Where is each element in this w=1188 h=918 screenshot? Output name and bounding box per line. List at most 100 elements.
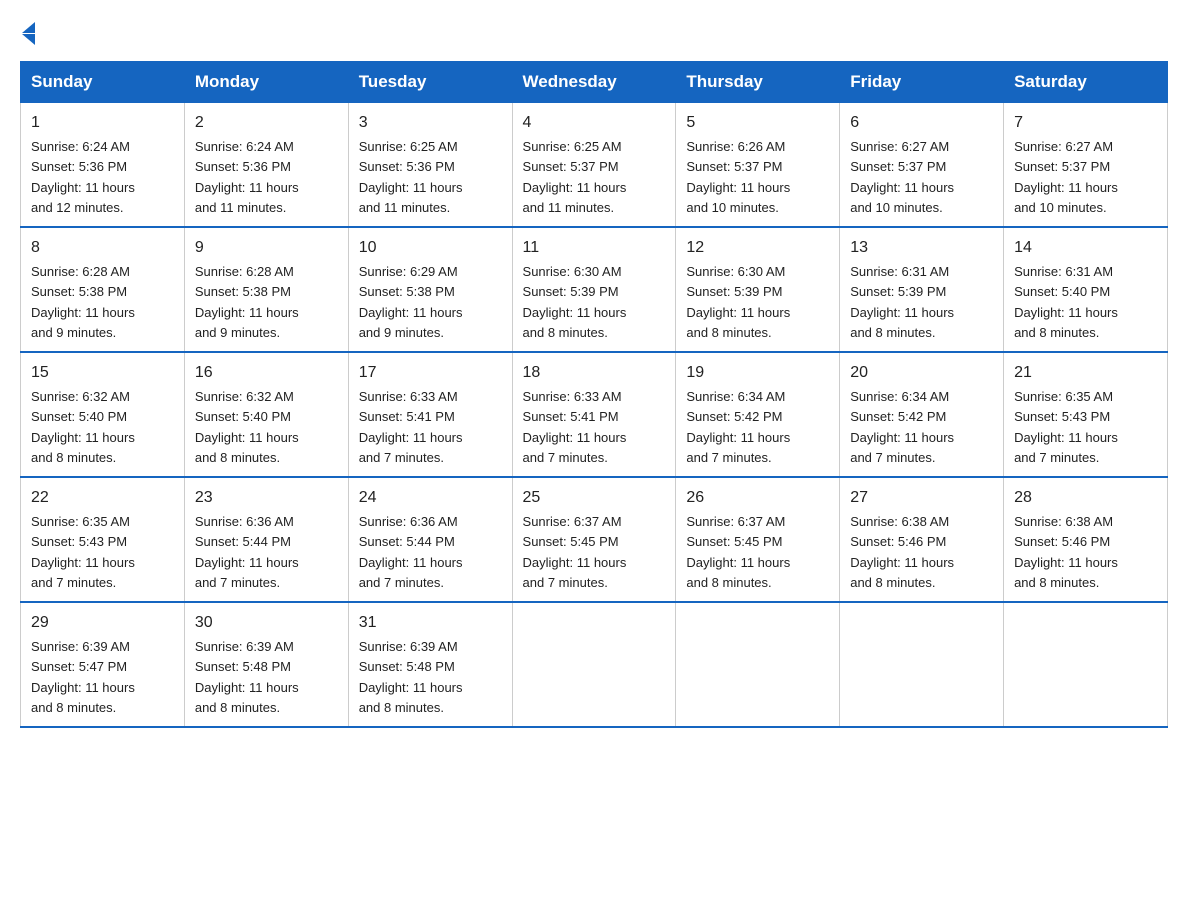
day-info: Sunrise: 6:35 AMSunset: 5:43 PMDaylight:… — [31, 514, 135, 590]
day-number: 20 — [850, 361, 993, 385]
day-number: 31 — [359, 611, 502, 635]
day-number: 24 — [359, 486, 502, 510]
logo-triangle-bottom — [22, 34, 35, 45]
calendar-cell: 14 Sunrise: 6:31 AMSunset: 5:40 PMDaylig… — [1004, 227, 1168, 352]
day-info: Sunrise: 6:30 AMSunset: 5:39 PMDaylight:… — [686, 264, 790, 340]
day-number: 13 — [850, 236, 993, 260]
day-info: Sunrise: 6:34 AMSunset: 5:42 PMDaylight:… — [686, 389, 790, 465]
calendar-cell: 25 Sunrise: 6:37 AMSunset: 5:45 PMDaylig… — [512, 477, 676, 602]
day-info: Sunrise: 6:32 AMSunset: 5:40 PMDaylight:… — [195, 389, 299, 465]
day-number: 4 — [523, 111, 666, 135]
calendar-cell: 11 Sunrise: 6:30 AMSunset: 5:39 PMDaylig… — [512, 227, 676, 352]
calendar-cell: 3 Sunrise: 6:25 AMSunset: 5:36 PMDayligh… — [348, 103, 512, 228]
day-info: Sunrise: 6:39 AMSunset: 5:48 PMDaylight:… — [195, 639, 299, 715]
calendar-week-1: 1 Sunrise: 6:24 AMSunset: 5:36 PMDayligh… — [21, 103, 1168, 228]
calendar-cell — [840, 602, 1004, 727]
calendar-cell: 8 Sunrise: 6:28 AMSunset: 5:38 PMDayligh… — [21, 227, 185, 352]
calendar-cell: 2 Sunrise: 6:24 AMSunset: 5:36 PMDayligh… — [184, 103, 348, 228]
calendar-header-row: SundayMondayTuesdayWednesdayThursdayFrid… — [21, 62, 1168, 103]
day-info: Sunrise: 6:38 AMSunset: 5:46 PMDaylight:… — [1014, 514, 1118, 590]
calendar-cell: 16 Sunrise: 6:32 AMSunset: 5:40 PMDaylig… — [184, 352, 348, 477]
day-info: Sunrise: 6:31 AMSunset: 5:40 PMDaylight:… — [1014, 264, 1118, 340]
calendar-cell — [512, 602, 676, 727]
day-number: 23 — [195, 486, 338, 510]
day-number: 21 — [1014, 361, 1157, 385]
day-info: Sunrise: 6:37 AMSunset: 5:45 PMDaylight:… — [686, 514, 790, 590]
day-number: 27 — [850, 486, 993, 510]
day-number: 9 — [195, 236, 338, 260]
calendar-cell: 4 Sunrise: 6:25 AMSunset: 5:37 PMDayligh… — [512, 103, 676, 228]
calendar-week-2: 8 Sunrise: 6:28 AMSunset: 5:38 PMDayligh… — [21, 227, 1168, 352]
day-number: 7 — [1014, 111, 1157, 135]
day-info: Sunrise: 6:36 AMSunset: 5:44 PMDaylight:… — [195, 514, 299, 590]
day-number: 16 — [195, 361, 338, 385]
calendar-cell: 22 Sunrise: 6:35 AMSunset: 5:43 PMDaylig… — [21, 477, 185, 602]
calendar-cell: 13 Sunrise: 6:31 AMSunset: 5:39 PMDaylig… — [840, 227, 1004, 352]
day-info: Sunrise: 6:25 AMSunset: 5:36 PMDaylight:… — [359, 139, 463, 215]
page-header — [20, 20, 1168, 45]
day-info: Sunrise: 6:24 AMSunset: 5:36 PMDaylight:… — [31, 139, 135, 215]
calendar-cell: 21 Sunrise: 6:35 AMSunset: 5:43 PMDaylig… — [1004, 352, 1168, 477]
day-number: 29 — [31, 611, 174, 635]
calendar-cell: 24 Sunrise: 6:36 AMSunset: 5:44 PMDaylig… — [348, 477, 512, 602]
day-info: Sunrise: 6:39 AMSunset: 5:47 PMDaylight:… — [31, 639, 135, 715]
day-number: 22 — [31, 486, 174, 510]
day-info: Sunrise: 6:32 AMSunset: 5:40 PMDaylight:… — [31, 389, 135, 465]
calendar-header-sunday: Sunday — [21, 62, 185, 103]
calendar-cell — [1004, 602, 1168, 727]
day-number: 14 — [1014, 236, 1157, 260]
day-number: 5 — [686, 111, 829, 135]
calendar-header-saturday: Saturday — [1004, 62, 1168, 103]
calendar-cell — [676, 602, 840, 727]
calendar-cell: 31 Sunrise: 6:39 AMSunset: 5:48 PMDaylig… — [348, 602, 512, 727]
day-info: Sunrise: 6:33 AMSunset: 5:41 PMDaylight:… — [523, 389, 627, 465]
day-info: Sunrise: 6:29 AMSunset: 5:38 PMDaylight:… — [359, 264, 463, 340]
day-number: 19 — [686, 361, 829, 385]
calendar-cell: 27 Sunrise: 6:38 AMSunset: 5:46 PMDaylig… — [840, 477, 1004, 602]
day-number: 26 — [686, 486, 829, 510]
day-info: Sunrise: 6:30 AMSunset: 5:39 PMDaylight:… — [523, 264, 627, 340]
day-number: 1 — [31, 111, 174, 135]
day-info: Sunrise: 6:27 AMSunset: 5:37 PMDaylight:… — [850, 139, 954, 215]
day-info: Sunrise: 6:37 AMSunset: 5:45 PMDaylight:… — [523, 514, 627, 590]
day-number: 10 — [359, 236, 502, 260]
day-number: 12 — [686, 236, 829, 260]
calendar-cell: 6 Sunrise: 6:27 AMSunset: 5:37 PMDayligh… — [840, 103, 1004, 228]
day-info: Sunrise: 6:28 AMSunset: 5:38 PMDaylight:… — [31, 264, 135, 340]
logo — [20, 20, 35, 45]
day-info: Sunrise: 6:27 AMSunset: 5:37 PMDaylight:… — [1014, 139, 1118, 215]
calendar-header-friday: Friday — [840, 62, 1004, 103]
day-number: 18 — [523, 361, 666, 385]
day-number: 25 — [523, 486, 666, 510]
day-info: Sunrise: 6:26 AMSunset: 5:37 PMDaylight:… — [686, 139, 790, 215]
calendar-cell: 26 Sunrise: 6:37 AMSunset: 5:45 PMDaylig… — [676, 477, 840, 602]
calendar-cell: 9 Sunrise: 6:28 AMSunset: 5:38 PMDayligh… — [184, 227, 348, 352]
calendar-cell: 12 Sunrise: 6:30 AMSunset: 5:39 PMDaylig… — [676, 227, 840, 352]
calendar-cell: 23 Sunrise: 6:36 AMSunset: 5:44 PMDaylig… — [184, 477, 348, 602]
day-info: Sunrise: 6:39 AMSunset: 5:48 PMDaylight:… — [359, 639, 463, 715]
day-info: Sunrise: 6:25 AMSunset: 5:37 PMDaylight:… — [523, 139, 627, 215]
calendar-header-thursday: Thursday — [676, 62, 840, 103]
day-number: 6 — [850, 111, 993, 135]
calendar-header-tuesday: Tuesday — [348, 62, 512, 103]
day-number: 17 — [359, 361, 502, 385]
day-info: Sunrise: 6:35 AMSunset: 5:43 PMDaylight:… — [1014, 389, 1118, 465]
day-info: Sunrise: 6:36 AMSunset: 5:44 PMDaylight:… — [359, 514, 463, 590]
logo-triangle-top — [22, 22, 35, 33]
calendar-week-4: 22 Sunrise: 6:35 AMSunset: 5:43 PMDaylig… — [21, 477, 1168, 602]
calendar-week-5: 29 Sunrise: 6:39 AMSunset: 5:47 PMDaylig… — [21, 602, 1168, 727]
calendar-cell: 15 Sunrise: 6:32 AMSunset: 5:40 PMDaylig… — [21, 352, 185, 477]
day-info: Sunrise: 6:38 AMSunset: 5:46 PMDaylight:… — [850, 514, 954, 590]
calendar-cell: 19 Sunrise: 6:34 AMSunset: 5:42 PMDaylig… — [676, 352, 840, 477]
calendar-cell: 7 Sunrise: 6:27 AMSunset: 5:37 PMDayligh… — [1004, 103, 1168, 228]
calendar-cell: 20 Sunrise: 6:34 AMSunset: 5:42 PMDaylig… — [840, 352, 1004, 477]
calendar-header-monday: Monday — [184, 62, 348, 103]
day-number: 28 — [1014, 486, 1157, 510]
day-info: Sunrise: 6:24 AMSunset: 5:36 PMDaylight:… — [195, 139, 299, 215]
day-info: Sunrise: 6:31 AMSunset: 5:39 PMDaylight:… — [850, 264, 954, 340]
day-number: 30 — [195, 611, 338, 635]
day-number: 2 — [195, 111, 338, 135]
logo-text — [20, 20, 35, 45]
calendar-week-3: 15 Sunrise: 6:32 AMSunset: 5:40 PMDaylig… — [21, 352, 1168, 477]
calendar-table: SundayMondayTuesdayWednesdayThursdayFrid… — [20, 61, 1168, 728]
